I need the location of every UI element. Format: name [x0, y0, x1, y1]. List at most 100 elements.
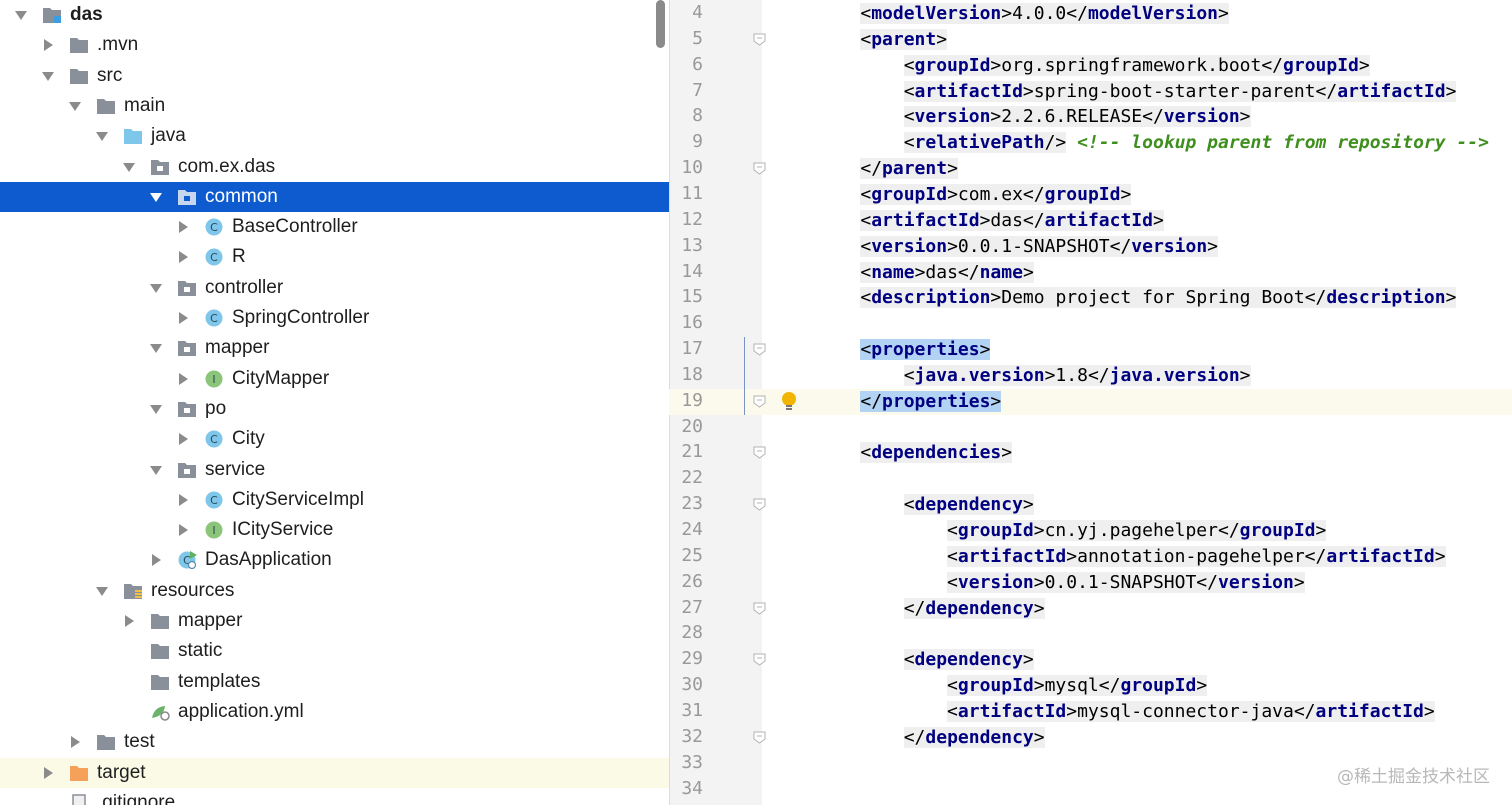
tree-item[interactable]: CR [0, 242, 669, 272]
tree-item-label: common [205, 185, 278, 207]
expand-arrow-right-icon[interactable] [122, 614, 136, 628]
code-line[interactable]: 32 </dependency> [669, 725, 1512, 751]
code-line[interactable]: 23 <dependency> [669, 492, 1512, 518]
code-line[interactable]: 13 <version>0.0.1-SNAPSHOT</version> [669, 234, 1512, 260]
expand-arrow-down-icon[interactable] [41, 69, 55, 83]
fold-marker-icon[interactable] [753, 446, 766, 460]
package-icon [178, 189, 196, 205]
expand-arrow-right-icon[interactable] [176, 493, 190, 507]
tree-item[interactable]: src [0, 61, 669, 91]
expand-arrow-right-icon[interactable] [176, 311, 190, 325]
code-line[interactable]: 29 <dependency> [669, 647, 1512, 673]
code-line[interactable]: 27 </dependency> [669, 596, 1512, 622]
code-line[interactable]: 9 <relativePath/> <!-- lookup parent fro… [669, 130, 1512, 156]
tree-item[interactable]: C SpringController [0, 303, 669, 333]
tree-item[interactable]: common [0, 181, 669, 212]
code-token: > [1196, 675, 1208, 697]
code-line[interactable]: 31 <artifactId>mysql-connector-java</art… [669, 699, 1512, 725]
expand-arrow-right-icon[interactable] [176, 372, 190, 386]
expand-arrow-down-icon[interactable] [95, 584, 109, 598]
expand-arrow-right-icon[interactable] [41, 38, 55, 52]
expand-arrow-down-icon[interactable] [95, 129, 109, 143]
code-line[interactable]: 6 <groupId>org.springframework.boot</gro… [669, 53, 1512, 79]
expand-arrow-down-icon[interactable] [14, 8, 28, 22]
folder-icon [97, 735, 115, 751]
code-line[interactable]: 10 </parent> [669, 156, 1512, 182]
expand-arrow-right-icon[interactable] [68, 735, 82, 749]
fold-marker-icon[interactable] [753, 162, 766, 175]
fold-marker-icon[interactable] [753, 731, 766, 744]
tree-item[interactable]: service [0, 455, 669, 485]
tree-item[interactable]: test [0, 727, 669, 757]
expand-arrow-right-icon[interactable] [149, 553, 163, 567]
code-line[interactable]: 4 <modelVersion>4.0.0</modelVersion> [669, 1, 1512, 27]
fold-marker-icon[interactable] [753, 602, 766, 615]
expand-arrow-right-icon[interactable] [176, 220, 190, 234]
expand-arrow-down-icon[interactable] [68, 99, 82, 113]
fold-marker-icon[interactable] [753, 395, 766, 408]
lightbulb-icon[interactable] [779, 390, 799, 414]
code-line[interactable]: 25 <artifactId>annotation-pagehelper</ar… [669, 544, 1512, 570]
tree-item[interactable]: C BaseController [0, 212, 669, 242]
code-line[interactable]: 30 <groupId>mysql</groupId> [669, 673, 1512, 699]
tree-item[interactable]: .mvn [0, 30, 669, 60]
code-line[interactable]: 21 <dependencies> [669, 440, 1512, 466]
tree-item[interactable]: C CityServiceImpl [0, 485, 669, 515]
tree-item[interactable]: application.yml [0, 697, 669, 727]
fold-marker-icon[interactable] [753, 33, 766, 46]
tree-item[interactable]: target [0, 757, 669, 788]
tree-item[interactable]: com.ex.das [0, 152, 669, 182]
code-token: > [1033, 726, 1045, 748]
expand-arrow-down-icon[interactable] [149, 281, 163, 295]
tree-item[interactable]: C DasApplication [0, 545, 669, 575]
code-line[interactable]: 15 <description>Demo project for Spring … [669, 285, 1512, 311]
tree-item[interactable]: controller [0, 273, 669, 303]
expand-arrow-right-icon[interactable] [176, 523, 190, 537]
code-line[interactable]: 28 [669, 621, 1512, 647]
code-line[interactable]: 26 <version>0.0.1-SNAPSHOT</version> [669, 570, 1512, 596]
fold-marker-icon[interactable] [753, 343, 766, 356]
code-line[interactable]: 18 <java.version>1.8</java.version> [669, 362, 1512, 389]
project-tree-scrollbar[interactable] [656, 0, 665, 48]
code-line[interactable]: 22 [669, 466, 1512, 492]
code-line[interactable]: 19 </properties> [669, 388, 1512, 415]
fold-marker-icon[interactable] [753, 498, 766, 511]
expand-arrow-down-icon[interactable] [122, 160, 136, 174]
code-line[interactable]: 11 <groupId>com.ex</groupId> [669, 182, 1512, 208]
tree-item[interactable]: das [0, 0, 669, 30]
code-line[interactable]: 7 <artifactId>spring-boot-starter-parent… [669, 79, 1512, 105]
tree-item[interactable]: .gitignore [0, 788, 669, 805]
expand-arrow-right-icon[interactable] [176, 250, 190, 264]
tree-item[interactable]: java [0, 121, 669, 151]
code-line[interactable]: 24 <groupId>cn.yj.pagehelper</groupId> [669, 518, 1512, 544]
tree-item[interactable]: I CityMapper [0, 364, 669, 394]
tree-item[interactable]: po [0, 394, 669, 424]
code-token: relativePath [914, 132, 1045, 154]
code-line[interactable]: 17 <properties> [669, 337, 1512, 364]
code-line[interactable]: 5 <parent> [669, 27, 1512, 53]
code-editor[interactable]: 4 <modelVersion>4.0.0</modelVersion> 5 <p… [669, 0, 1512, 805]
code-line[interactable]: 20 [669, 415, 1512, 441]
tree-item[interactable]: resources [0, 576, 669, 606]
expand-arrow-right-icon[interactable] [176, 432, 190, 446]
code-line[interactable]: 14 <name>das</name> [669, 260, 1512, 286]
tree-item[interactable]: I ICityService [0, 515, 669, 545]
expand-arrow-down-icon[interactable] [149, 402, 163, 416]
fold-marker-icon[interactable] [753, 653, 766, 666]
tree-item[interactable]: mapper [0, 333, 669, 363]
code-line[interactable]: 12 <artifactId>das</artifactId> [669, 208, 1512, 234]
code-token: >das</ [914, 261, 980, 283]
code-token: artifactId [1315, 700, 1424, 722]
expand-arrow-down-icon[interactable] [149, 463, 163, 477]
tree-item[interactable]: mapper [0, 606, 669, 636]
expand-arrow-down-icon[interactable] [149, 341, 163, 355]
tree-item[interactable]: main [0, 91, 669, 121]
code-line[interactable]: 16 [669, 311, 1512, 337]
expand-arrow-right-icon[interactable] [41, 766, 55, 780]
tree-item[interactable]: templates [0, 667, 669, 697]
code-line[interactable]: 8 <version>2.2.6.RELEASE</version> [669, 104, 1512, 130]
expand-arrow-down-icon[interactable] [149, 190, 163, 204]
tree-item[interactable]: static [0, 636, 669, 666]
tree-item[interactable]: C City [0, 424, 669, 454]
